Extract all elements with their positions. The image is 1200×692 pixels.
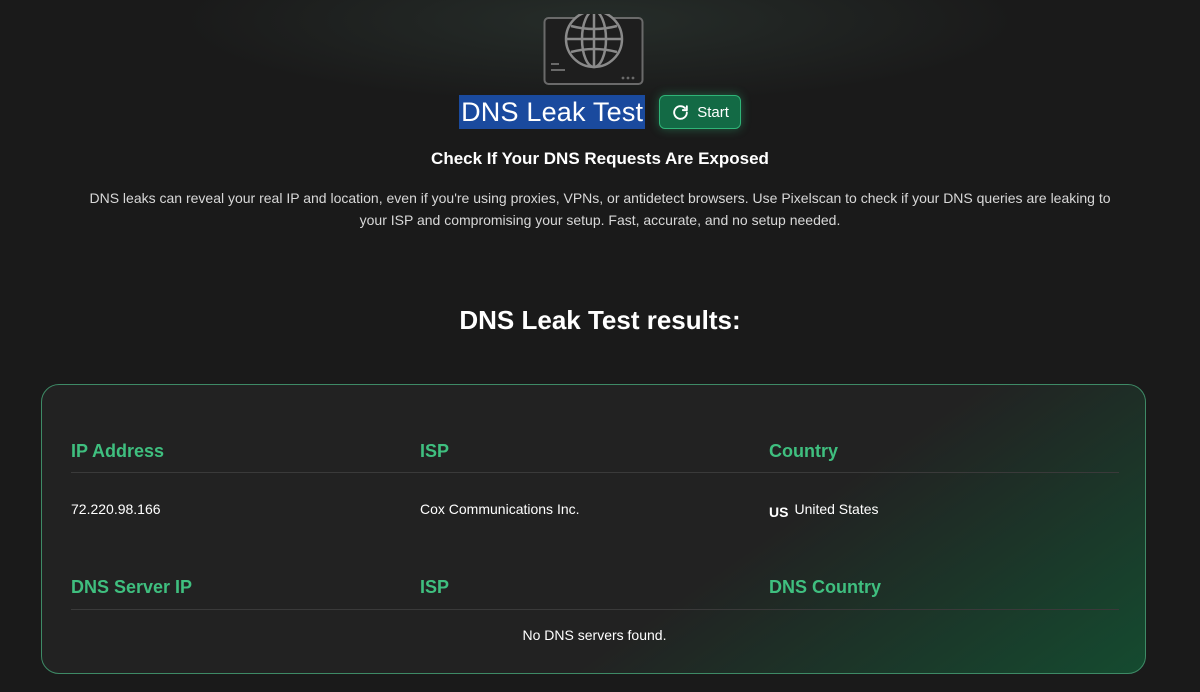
refresh-icon xyxy=(673,104,689,120)
start-button[interactable]: Start xyxy=(659,95,741,129)
results-card: IP Address ISP Country 72.220.98.166 Cox… xyxy=(41,384,1146,674)
page-title: DNS Leak Test xyxy=(459,95,646,129)
dns-server-ip-header: DNS Server IP xyxy=(71,577,193,597)
results-title: DNS Leak Test results: xyxy=(459,305,741,335)
ip-address-value: 72.220.98.166 xyxy=(71,501,161,517)
no-dns-servers-message: No DNS servers found. xyxy=(522,627,667,643)
dns-country-header: DNS Country xyxy=(769,577,881,597)
isp-header: ISP xyxy=(420,441,450,461)
globe-monitor-icon xyxy=(543,14,644,85)
start-button-label: Start xyxy=(697,103,729,121)
description: DNS leaks can reveal your real IP and lo… xyxy=(30,187,1170,231)
country-header: Country xyxy=(769,441,838,461)
subtitle: Check If Your DNS Requests Are Exposed xyxy=(431,149,769,168)
dns-header-row: DNS Server IP ISP DNS Country xyxy=(71,577,1119,613)
country-name: United States xyxy=(794,501,879,517)
isp-value: Cox Communications Inc. xyxy=(420,501,580,517)
dns-header-divider xyxy=(71,609,1119,610)
description-line-2: your ISP and compromising your setup. Fa… xyxy=(359,212,841,228)
country-value: US United States xyxy=(769,501,879,520)
description-line-1: DNS leaks can reveal your real IP and lo… xyxy=(89,190,1111,206)
dns-isp-header: ISP xyxy=(420,577,450,597)
title-row: DNS Leak Test Start xyxy=(0,92,1200,132)
connection-data-row: 72.220.98.166 Cox Communications Inc. US… xyxy=(71,501,1119,537)
dns-leak-test-page: DNS Leak Test Start Check If Your DNS Re… xyxy=(0,0,1200,692)
country-flag-icon: US xyxy=(769,504,789,520)
header-divider xyxy=(71,472,1119,473)
ip-address-header: IP Address xyxy=(71,441,165,461)
